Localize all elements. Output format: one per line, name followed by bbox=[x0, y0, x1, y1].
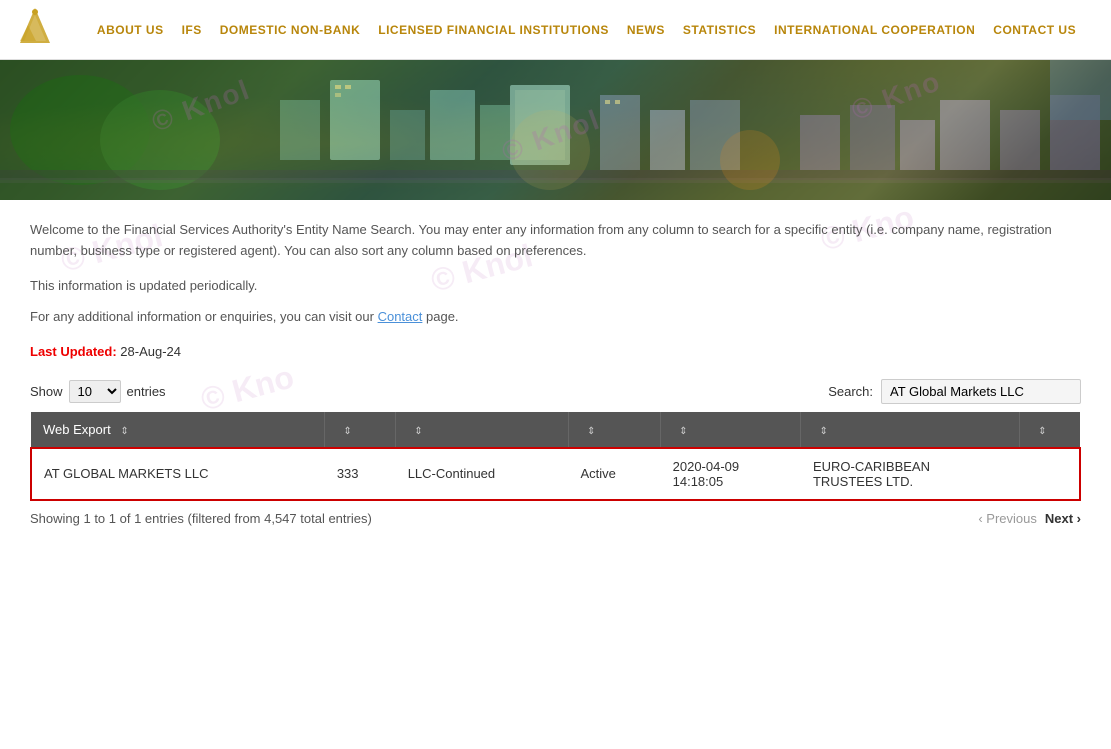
nav-menu: ABOUT US IFS DOMESTIC NON-BANK LICENSED FIN… bbox=[72, 22, 1101, 37]
table-row: AT GLOBAL MARKETS LLC333LLC-ContinuedAct… bbox=[31, 448, 1080, 500]
show-label: Show bbox=[30, 384, 63, 399]
table-cell-5: 2020-04-0914:18:05 bbox=[661, 448, 801, 500]
main-content: © Knol © Knol © Kno © Kno Welcome to the… bbox=[0, 200, 1111, 546]
enquiry-prefix: For any additional information or enquir… bbox=[30, 309, 378, 324]
nav-link-statistics[interactable]: STATISTICS bbox=[683, 23, 756, 37]
nav-link-ifs[interactable]: IFS bbox=[182, 23, 202, 37]
col-3[interactable]: ⇕ bbox=[396, 412, 569, 448]
contact-link[interactable]: Contact bbox=[378, 309, 423, 324]
entries-label: entries bbox=[127, 384, 166, 399]
col-4[interactable]: ⇕ bbox=[569, 412, 661, 448]
search-label: Search: bbox=[828, 384, 873, 399]
nav-item-ifs: IFS bbox=[182, 22, 202, 37]
sort-icon-7: ⇕ bbox=[1038, 426, 1046, 437]
nav-link-news[interactable]: NEWS bbox=[627, 23, 665, 37]
col-web-export-label: Web Export bbox=[43, 422, 111, 437]
col-2[interactable]: ⇕ bbox=[325, 412, 396, 448]
sort-icon-1: ⇕ bbox=[120, 426, 128, 437]
nav-link-licensed-fi[interactable]: LICENSED FINANCIAL INSTITUTIONS bbox=[378, 23, 609, 37]
table-cell-7 bbox=[1020, 448, 1080, 500]
nav-link-intl-coop[interactable]: INTERNATIONAL COOPERATION bbox=[774, 23, 975, 37]
intro-paragraph-1: Welcome to the Financial Services Author… bbox=[30, 220, 1081, 262]
table-cell-4: Active bbox=[569, 448, 661, 500]
nav-link-domestic-non-bank[interactable]: DOMESTIC NON-BANK bbox=[220, 23, 361, 37]
sort-icon-3: ⇕ bbox=[414, 426, 422, 437]
next-button[interactable]: Next › bbox=[1045, 511, 1081, 526]
sort-icon-2: ⇕ bbox=[343, 426, 351, 437]
nav-link-about-us[interactable]: ABOUT US bbox=[97, 23, 164, 37]
entity-table: Web Export ⇕ ⇕ ⇕ ⇕ ⇕ ⇕ bbox=[30, 412, 1081, 501]
entries-select[interactable]: 102550100 bbox=[69, 380, 121, 403]
nav-item-licensed-fi: LICENSED FINANCIAL INSTITUTIONS bbox=[378, 22, 609, 37]
col-5[interactable]: ⇕ bbox=[661, 412, 801, 448]
search-input[interactable] bbox=[881, 379, 1081, 404]
table-footer: Showing 1 to 1 of 1 entries (filtered fr… bbox=[30, 511, 1081, 526]
nav-item-statistics: STATISTICS bbox=[683, 22, 756, 37]
col-web-export[interactable]: Web Export ⇕ bbox=[31, 412, 325, 448]
table-cell-6: EURO-CARIBBEANTRUSTEES LTD. bbox=[801, 448, 1020, 500]
col-7[interactable]: ⇕ bbox=[1020, 412, 1080, 448]
table-cell-3: LLC-Continued bbox=[396, 448, 569, 500]
last-updated-label: Last Updated: bbox=[30, 344, 117, 359]
table-header-row: Web Export ⇕ ⇕ ⇕ ⇕ ⇕ ⇕ bbox=[31, 412, 1080, 448]
logo[interactable] bbox=[10, 3, 60, 56]
nav-link-contact-us[interactable]: CONTACT US bbox=[993, 23, 1076, 37]
last-updated-value: 28-Aug-24 bbox=[120, 344, 181, 359]
sort-icon-6: ⇕ bbox=[819, 426, 827, 437]
sort-icon-5: ⇕ bbox=[679, 426, 687, 437]
col-6[interactable]: ⇕ bbox=[801, 412, 1020, 448]
search-box: Search: bbox=[828, 379, 1081, 404]
nav-item-domestic-non-bank: DOMESTIC NON-BANK bbox=[220, 22, 361, 37]
nav-item-news: NEWS bbox=[627, 22, 665, 37]
hero-banner: © Knol © Knol © Kno bbox=[0, 60, 1111, 200]
show-entries-control: Show 102550100 entries bbox=[30, 380, 166, 403]
table-info: Showing 1 to 1 of 1 entries (filtered fr… bbox=[30, 511, 372, 526]
previous-button[interactable]: ‹ Previous bbox=[978, 511, 1037, 526]
nav-item-contact-us: CONTACT US bbox=[993, 22, 1076, 37]
sort-icon-4: ⇕ bbox=[587, 426, 595, 437]
nav-item-about-us: ABOUT US bbox=[97, 22, 164, 37]
last-updated-section: Last Updated: 28-Aug-24 bbox=[30, 344, 1081, 359]
navigation: ABOUT US IFS DOMESTIC NON-BANK LICENSED FIN… bbox=[0, 0, 1111, 60]
nav-item-intl-coop: INTERNATIONAL COOPERATION bbox=[774, 22, 975, 37]
pagination: ‹ Previous Next › bbox=[978, 511, 1081, 526]
enquiry-suffix: page. bbox=[422, 309, 458, 324]
update-paragraph: This information is updated periodically… bbox=[30, 278, 1081, 293]
table-cell-1: AT GLOBAL MARKETS LLC bbox=[31, 448, 325, 500]
table-cell-2: 333 bbox=[325, 448, 396, 500]
enquiry-paragraph: For any additional information or enquir… bbox=[30, 309, 1081, 324]
table-controls: Show 102550100 entries Search: bbox=[30, 379, 1081, 404]
